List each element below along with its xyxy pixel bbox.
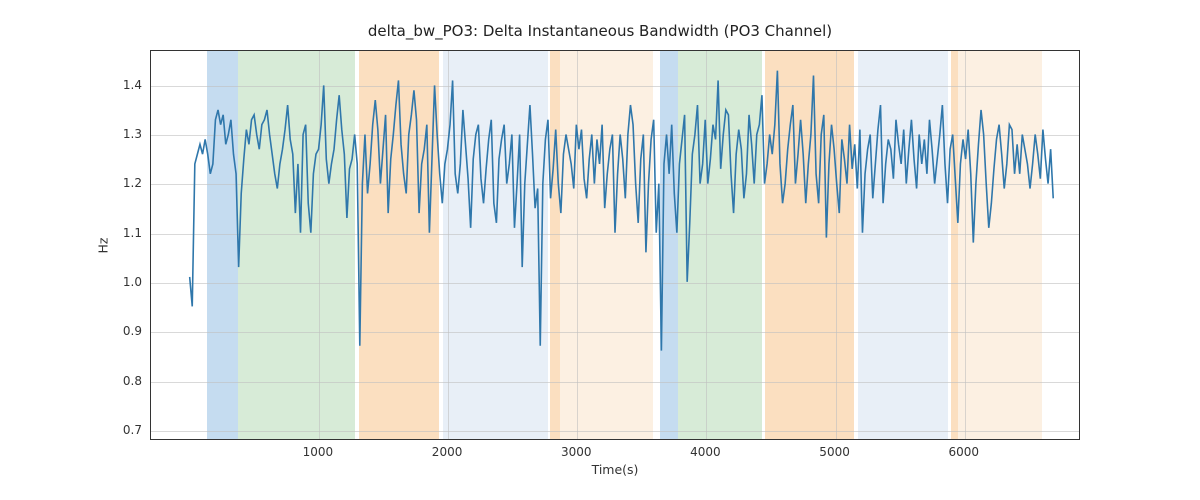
x-tick: 6000 xyxy=(948,445,979,459)
axes-area xyxy=(150,50,1080,440)
chart-title: delta_bw_PO3: Delta Instantaneous Bandwi… xyxy=(0,22,1200,40)
x-tick: 5000 xyxy=(819,445,850,459)
x-tick: 3000 xyxy=(561,445,592,459)
figure: delta_bw_PO3: Delta Instantaneous Bandwi… xyxy=(0,0,1200,500)
y-axis-label: Hz xyxy=(95,50,111,440)
line-trace xyxy=(151,51,1079,439)
x-tick: 4000 xyxy=(690,445,721,459)
x-tick: 2000 xyxy=(432,445,463,459)
x-axis-label: Time(s) xyxy=(150,462,1080,477)
x-tick: 1000 xyxy=(303,445,334,459)
